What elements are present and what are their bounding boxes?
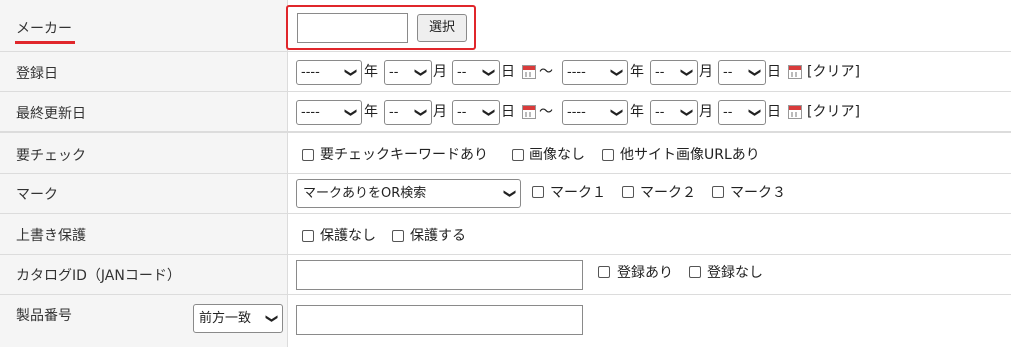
chevron-down-icon: ❯	[482, 107, 497, 118]
maker-label: メーカー	[16, 21, 72, 37]
catalog-label: カタログID（JANコード）	[16, 268, 181, 284]
other-site-image-checkbox-label: 他サイト画像URLあり	[620, 147, 760, 163]
mark-mode-select[interactable]: マークありをOR検索 ❯	[296, 179, 521, 208]
updated-label: 最終更新日	[16, 106, 86, 122]
maker-label-underline	[15, 41, 75, 44]
mark-row: マーク マークありをOR検索 ❯ マーク１ マーク２ マーク３	[0, 174, 1011, 214]
mark-label-cell: マーク	[0, 174, 288, 213]
updated-clear-link[interactable]: [クリア]	[807, 100, 860, 125]
chevron-down-icon: ❯	[265, 313, 280, 324]
catalog-row: カタログID（JANコード） 登録あり 登録なし	[0, 255, 1011, 295]
chevron-down-icon: ❯	[748, 107, 763, 118]
year-unit: 年	[630, 64, 644, 80]
protect-checkbox-label: 保護する	[410, 228, 466, 244]
day-unit: 日	[501, 64, 515, 80]
updated-from-day-select[interactable]: -- ❯	[452, 100, 500, 125]
chevron-down-icon: ❯	[610, 107, 625, 118]
chevron-down-icon: ❯	[414, 107, 429, 118]
registered-to-day-select[interactable]: -- ❯	[718, 60, 766, 85]
updated-to-day-select[interactable]: -- ❯	[718, 100, 766, 125]
overwrite-label-cell: 上書き保護	[0, 214, 288, 254]
catalog-registered-checkbox-label: 登録あり	[617, 265, 673, 281]
year-unit: 年	[630, 104, 644, 120]
mark1-checkbox[interactable]	[532, 186, 544, 198]
maker-row: メーカー 選択	[0, 0, 1011, 52]
mark3-checkbox[interactable]	[712, 186, 724, 198]
catalog-unregistered-checkbox-label: 登録なし	[707, 265, 763, 281]
product-no-row: 製品番号 前方一致 ❯	[0, 295, 1011, 347]
chevron-down-icon: ❯	[482, 67, 497, 78]
catalog-registered-checkbox[interactable]	[598, 266, 610, 278]
day-unit: 日	[767, 64, 781, 80]
check-needed-row: 要チェック 要チェックキーワードあり 画像なし 他サイト画像URLあり	[0, 132, 1011, 174]
chevron-down-icon: ❯	[344, 107, 359, 118]
mark3-checkbox-label: マーク３	[730, 185, 786, 201]
month-unit: 月	[433, 104, 447, 120]
protect-checkbox[interactable]	[392, 230, 404, 242]
chevron-down-icon: ❯	[680, 107, 695, 118]
chevron-down-icon: ❯	[610, 67, 625, 78]
chevron-down-icon: ❯	[503, 188, 518, 199]
no-protection-checkbox[interactable]	[302, 230, 314, 242]
chevron-down-icon: ❯	[344, 67, 359, 78]
registered-to-month-select[interactable]: -- ❯	[650, 60, 698, 85]
tilde: ～	[539, 104, 553, 120]
updated-to-month-select[interactable]: -- ❯	[650, 100, 698, 125]
overwrite-label: 上書き保護	[16, 228, 86, 244]
tilde: ～	[539, 64, 553, 80]
registered-clear-link[interactable]: [クリア]	[807, 60, 860, 85]
no-protection-checkbox-label: 保護なし	[320, 228, 376, 244]
month-unit: 月	[433, 64, 447, 80]
product-no-label-cell: 製品番号 前方一致 ❯	[0, 295, 288, 347]
calendar-icon[interactable]	[522, 105, 536, 119]
registered-from-month-select[interactable]: -- ❯	[384, 60, 432, 85]
other-site-image-checkbox[interactable]	[602, 149, 614, 161]
keyword-checkbox-label: 要チェックキーワードあり	[320, 147, 488, 163]
registered-label-cell: 登録日	[0, 52, 288, 91]
registered-to-year-select[interactable]: ---- ❯	[562, 60, 628, 85]
no-image-checkbox-label: 画像なし	[529, 147, 585, 163]
overwrite-row: 上書き保護 保護なし 保護する	[0, 214, 1011, 255]
mark-label: マーク	[16, 187, 58, 203]
check-needed-label: 要チェック	[16, 148, 86, 164]
catalog-label-cell: カタログID（JANコード）	[0, 255, 288, 294]
chevron-down-icon: ❯	[748, 67, 763, 78]
product-no-match-select[interactable]: 前方一致 ❯	[193, 304, 283, 333]
calendar-icon[interactable]	[522, 65, 536, 79]
maker-input[interactable]	[297, 13, 408, 43]
maker-label-cell: メーカー	[0, 0, 288, 51]
updated-from-year-select[interactable]: ---- ❯	[296, 100, 362, 125]
mark2-checkbox-label: マーク２	[640, 185, 696, 201]
registered-from-day-select[interactable]: -- ❯	[452, 60, 500, 85]
keyword-checkbox[interactable]	[302, 149, 314, 161]
updated-to-year-select[interactable]: ---- ❯	[562, 100, 628, 125]
chevron-down-icon: ❯	[414, 67, 429, 78]
product-no-input[interactable]	[296, 305, 583, 335]
year-unit: 年	[364, 104, 378, 120]
mark2-checkbox[interactable]	[622, 186, 634, 198]
registered-from-year-select[interactable]: ---- ❯	[296, 60, 362, 85]
calendar-icon[interactable]	[788, 105, 802, 119]
catalog-id-input[interactable]	[296, 260, 583, 290]
no-image-checkbox[interactable]	[512, 149, 524, 161]
mark1-checkbox-label: マーク１	[550, 185, 606, 201]
chevron-down-icon: ❯	[680, 67, 695, 78]
year-unit: 年	[364, 64, 378, 80]
month-unit: 月	[699, 104, 713, 120]
registered-label: 登録日	[16, 66, 58, 82]
day-unit: 日	[767, 104, 781, 120]
registered-row: 登録日 ---- ❯ 年 -- ❯ 月 -- ❯ 日 ～ ---- ❯ 年 -- ❯ 月 …	[0, 52, 1011, 92]
updated-row: 最終更新日 ---- ❯ 年 -- ❯ 月 -- ❯ 日 ～ ---- ❯ 年 -- ❯ …	[0, 92, 1011, 132]
updated-label-cell: 最終更新日	[0, 92, 288, 131]
maker-select-button[interactable]: 選択	[417, 14, 467, 42]
check-needed-label-cell: 要チェック	[0, 133, 288, 173]
updated-from-month-select[interactable]: -- ❯	[384, 100, 432, 125]
catalog-unregistered-checkbox[interactable]	[689, 266, 701, 278]
calendar-icon[interactable]	[788, 65, 802, 79]
day-unit: 日	[501, 104, 515, 120]
product-no-label: 製品番号	[16, 308, 72, 324]
month-unit: 月	[699, 64, 713, 80]
